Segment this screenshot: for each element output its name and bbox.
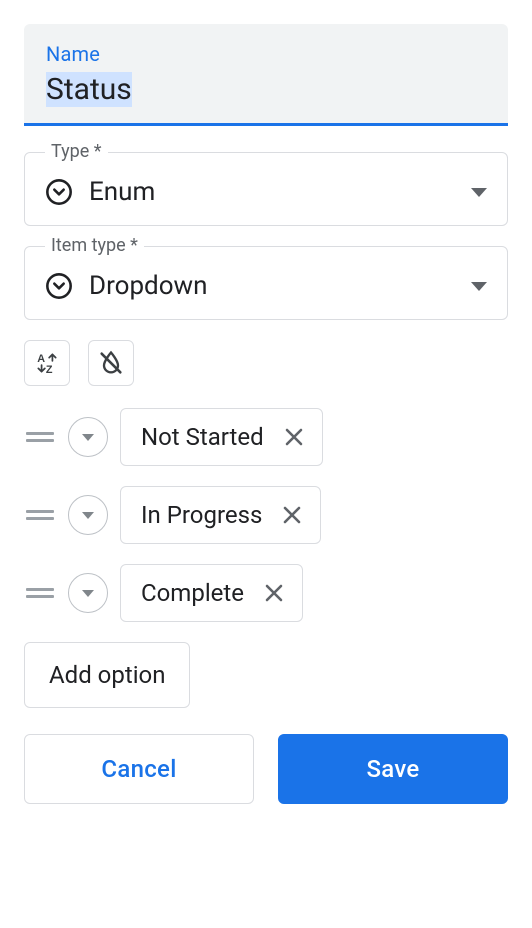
- drag-handle-icon[interactable]: [24, 510, 56, 520]
- option-color-dropdown[interactable]: [68, 495, 108, 535]
- option-label: Not Started: [141, 423, 264, 451]
- save-button[interactable]: Save: [278, 734, 508, 804]
- chevron-down-icon: [82, 434, 94, 441]
- close-icon: [282, 425, 306, 449]
- sort-az-button[interactable]: A Z: [24, 340, 70, 386]
- name-field[interactable]: Name Status: [24, 24, 508, 126]
- svg-text:A: A: [37, 353, 45, 365]
- option-label: Complete: [141, 579, 244, 607]
- name-label: Name: [46, 42, 486, 66]
- remove-option-button[interactable]: [262, 581, 286, 605]
- svg-text:Z: Z: [46, 364, 53, 376]
- chevron-down-icon: [471, 188, 487, 197]
- option-row: Not Started: [24, 408, 508, 466]
- enum-icon: [45, 178, 73, 206]
- color-off-button[interactable]: [88, 340, 134, 386]
- add-option-button[interactable]: Add option: [24, 642, 190, 708]
- chevron-down-icon: [82, 590, 94, 597]
- type-select-value: Enum: [89, 177, 455, 207]
- remove-option-button[interactable]: [282, 425, 306, 449]
- enum-icon: [45, 272, 73, 300]
- option-label: In Progress: [141, 501, 262, 529]
- name-input[interactable]: Status: [46, 72, 486, 107]
- cancel-button[interactable]: Cancel: [24, 734, 254, 804]
- option-row: In Progress: [24, 486, 508, 544]
- footer-buttons: Cancel Save: [24, 734, 508, 804]
- type-select-label: Type *: [45, 141, 108, 162]
- option-color-dropdown[interactable]: [68, 417, 108, 457]
- option-color-dropdown[interactable]: [68, 573, 108, 613]
- remove-option-button[interactable]: [280, 503, 304, 527]
- sort-az-icon: A Z: [34, 350, 60, 376]
- chevron-down-icon: [82, 512, 94, 519]
- option-row: Complete: [24, 564, 508, 622]
- option-chip[interactable]: Complete: [120, 564, 303, 622]
- item-type-select-value: Dropdown: [89, 271, 455, 301]
- close-icon: [262, 581, 286, 605]
- option-chip[interactable]: In Progress: [120, 486, 321, 544]
- option-chip[interactable]: Not Started: [120, 408, 323, 466]
- drag-handle-icon[interactable]: [24, 432, 56, 442]
- icon-button-row: A Z: [24, 340, 508, 386]
- drag-handle-icon[interactable]: [24, 588, 56, 598]
- item-type-select-label: Item type *: [45, 235, 144, 256]
- chevron-down-icon: [471, 282, 487, 291]
- color-off-icon: [97, 349, 125, 377]
- item-type-select[interactable]: Item type * Dropdown: [24, 246, 508, 320]
- close-icon: [280, 503, 304, 527]
- type-select[interactable]: Type * Enum: [24, 152, 508, 226]
